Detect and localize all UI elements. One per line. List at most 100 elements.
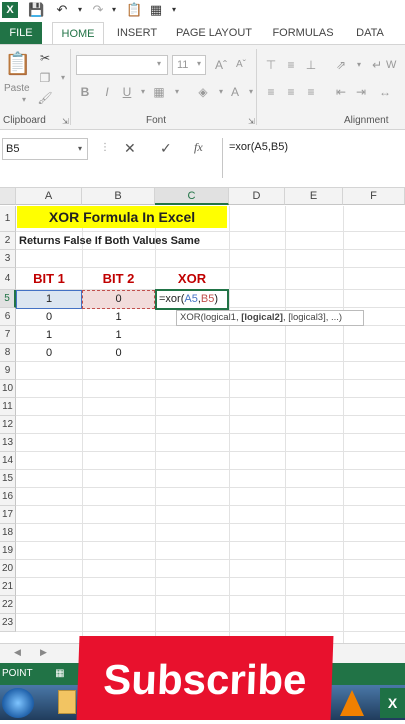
paste-button-label[interactable]: Paste — [4, 83, 30, 94]
cell-c5-editor[interactable]: =xor(A5,B5) — [155, 289, 229, 310]
cell-a5[interactable]: 1 — [16, 290, 82, 308]
row-header[interactable]: 4 — [0, 268, 16, 290]
save-icon[interactable]: 💾 — [28, 2, 44, 18]
tab-page-layout[interactable]: PAGE LAYOUT — [172, 22, 256, 44]
column-header-c[interactable]: C — [155, 188, 229, 205]
decrease-indent-icon[interactable]: ⇤ — [332, 83, 350, 101]
bold-button[interactable]: B — [76, 83, 94, 101]
clipboard-launcher-icon[interactable]: ⇲ — [62, 117, 69, 126]
cell-b6[interactable]: 1 — [82, 308, 155, 326]
decrease-font-icon[interactable]: Aˇ — [232, 56, 250, 74]
insert-function-icon[interactable]: fx — [194, 140, 203, 155]
row-header[interactable]: 19 — [0, 542, 16, 560]
row-header[interactable]: 20 — [0, 560, 16, 578]
cell-b5[interactable]: 0 — [82, 290, 155, 308]
merge-center-icon[interactable]: ↔ — [376, 83, 394, 101]
row-header[interactable]: 13 — [0, 434, 16, 452]
font-name-chevron-icon[interactable]: ▾ — [157, 59, 161, 68]
font-color-dropdown-icon[interactable]: ▾ — [242, 83, 260, 101]
align-left-icon[interactable]: ≡ — [262, 83, 280, 101]
tab-home[interactable]: HOME — [52, 22, 104, 44]
row-header[interactable]: 12 — [0, 416, 16, 434]
borders-icon[interactable]: ▦ — [150, 83, 168, 101]
borders-dropdown-icon[interactable]: ▾ — [168, 83, 186, 101]
row-header[interactable]: 18 — [0, 524, 16, 542]
align-middle-icon[interactable]: ≡ — [282, 56, 300, 74]
row-header[interactable]: 22 — [0, 596, 16, 614]
sheet-title-cell[interactable]: XOR Formula In Excel — [17, 206, 227, 228]
align-bottom-icon[interactable]: ⊥ — [302, 56, 320, 74]
paste-icon[interactable]: 📋 — [4, 51, 32, 81]
row-header[interactable]: 8 — [0, 344, 16, 362]
column-header-d[interactable]: D — [229, 188, 285, 205]
row-header[interactable]: 7 — [0, 326, 16, 344]
font-launcher-icon[interactable]: ⇲ — [248, 117, 255, 126]
row-header[interactable]: 23 — [0, 614, 16, 632]
row-header[interactable]: 10 — [0, 380, 16, 398]
cell-b7[interactable]: 1 — [82, 326, 155, 344]
undo-dropdown-icon[interactable]: ▾ — [72, 2, 88, 18]
row-header[interactable]: 6 — [0, 308, 16, 326]
formula-input[interactable]: =xor(A5,B5) — [222, 138, 405, 178]
wrap-text-label[interactable]: W — [386, 59, 396, 71]
row-header[interactable]: 2 — [0, 232, 16, 250]
name-box-chevron-icon[interactable]: ▾ — [78, 144, 82, 153]
column-header-f[interactable]: F — [343, 188, 405, 205]
scroll-right-icon[interactable]: ▶ — [40, 647, 47, 658]
orientation-icon[interactable]: ⇗ — [332, 56, 350, 74]
orientation-dropdown-icon[interactable]: ▾ — [350, 56, 368, 74]
cell-b8[interactable]: 0 — [82, 344, 155, 362]
column-header-e[interactable]: E — [285, 188, 343, 205]
wrap-text-icon[interactable]: ↵ — [368, 56, 386, 74]
column-header-a[interactable]: A — [16, 188, 82, 205]
tab-formulas[interactable]: FORMULAS — [268, 22, 338, 44]
worksheet-grid[interactable]: A B C D E F 1 2 3 4 5 6 7 8 9 10 11 12 1… — [0, 188, 405, 643]
row-header[interactable]: 21 — [0, 578, 16, 596]
start-button-icon[interactable] — [2, 688, 34, 718]
enter-icon[interactable]: ✓ — [160, 140, 172, 157]
row-header[interactable]: 14 — [0, 452, 16, 470]
clipboard-icon[interactable]: 📋 — [126, 2, 142, 18]
redo-dropdown-icon[interactable]: ▾ — [106, 2, 122, 18]
increase-indent-icon[interactable]: ⇥ — [352, 83, 370, 101]
row-header[interactable]: 1 — [0, 206, 16, 232]
header-cell-bit2[interactable]: BIT 2 — [82, 270, 155, 288]
fill-color-icon[interactable]: ◈ — [194, 83, 212, 101]
font-size-chevron-icon[interactable]: ▾ — [197, 59, 201, 68]
row-header[interactable]: 5 — [0, 290, 16, 308]
paste-dropdown-icon[interactable]: ▾ — [22, 95, 26, 104]
format-painter-icon[interactable]: 🖌 — [36, 89, 54, 107]
align-right-icon[interactable]: ≡ — [302, 83, 320, 101]
align-top-icon[interactable]: ⊤ — [262, 56, 280, 74]
vlc-icon[interactable] — [340, 690, 364, 716]
cut-icon[interactable]: ✂ — [36, 49, 54, 67]
header-cell-bit1[interactable]: BIT 1 — [16, 270, 82, 288]
cell-a8[interactable]: 0 — [16, 344, 82, 362]
row-header[interactable]: 17 — [0, 506, 16, 524]
row-header[interactable]: 11 — [0, 398, 16, 416]
header-cell-xor[interactable]: XOR — [155, 270, 229, 288]
sheet-subtitle-cell[interactable]: Returns False If Both Values Same — [17, 232, 229, 250]
row-header[interactable]: 9 — [0, 362, 16, 380]
scroll-left-icon[interactable]: ◀ — [14, 647, 21, 658]
explorer-icon[interactable] — [58, 690, 76, 714]
undo-icon[interactable]: ↶ — [54, 2, 70, 18]
tab-file[interactable]: FILE — [0, 22, 42, 44]
name-box[interactable]: B5 — [2, 138, 88, 160]
select-all-corner[interactable] — [0, 188, 16, 205]
redo-icon[interactable]: ↷ — [90, 2, 106, 18]
customize-dropdown-icon[interactable]: ▾ — [166, 2, 182, 18]
subscribe-banner[interactable]: Subscribe — [76, 636, 334, 720]
italic-button[interactable]: I — [98, 83, 116, 101]
cancel-icon[interactable]: ✕ — [124, 140, 136, 157]
macro-record-icon[interactable]: ▦ — [55, 668, 64, 679]
row-header[interactable]: 3 — [0, 250, 16, 268]
copy-icon[interactable]: ❐ — [36, 69, 54, 87]
row-header[interactable]: 15 — [0, 470, 16, 488]
function-tooltip[interactable]: XOR(logical1, [logical2], [logical3], ..… — [176, 310, 364, 326]
excel-taskbar-icon[interactable]: X — [380, 688, 405, 718]
cell-a7[interactable]: 1 — [16, 326, 82, 344]
cell-a6[interactable]: 0 — [16, 308, 82, 326]
tab-data[interactable]: DATA — [348, 22, 392, 44]
table-icon[interactable]: ▦ — [148, 2, 164, 18]
